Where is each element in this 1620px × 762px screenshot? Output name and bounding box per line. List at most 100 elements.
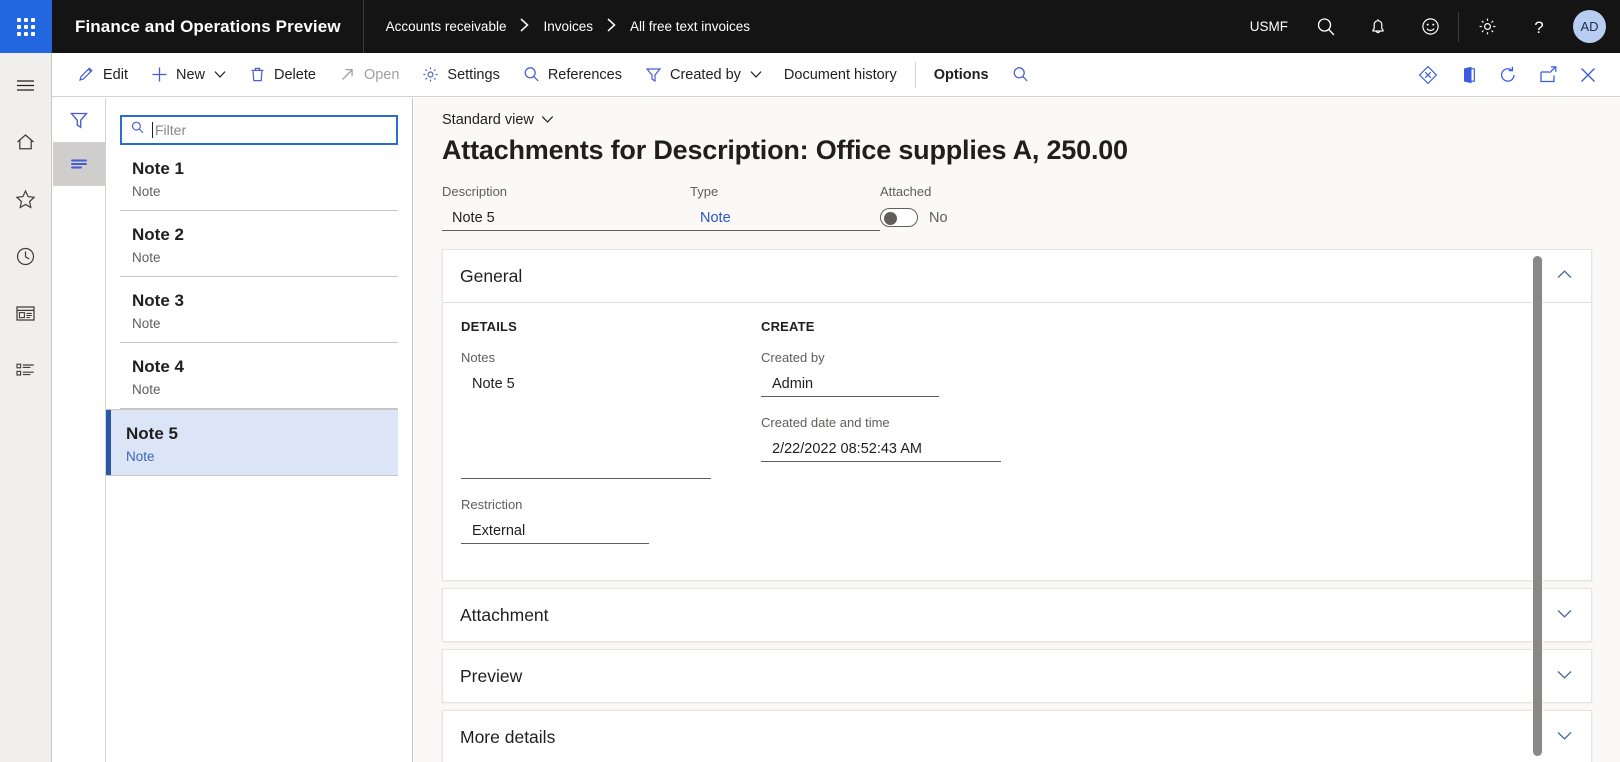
waffle-icon[interactable] — [0, 0, 52, 53]
list-item[interactable]: Note 2 Note — [120, 211, 398, 277]
feedback-smiley-icon[interactable] — [1404, 0, 1456, 53]
list-item[interactable]: Note 3 Note — [120, 277, 398, 343]
search-icon — [1011, 65, 1030, 84]
hamburger-menu-icon[interactable] — [0, 63, 52, 108]
workspaces-icon[interactable] — [0, 291, 52, 336]
list-item-selected[interactable]: Note 5 Note — [106, 409, 398, 476]
breadcrumb-item-invoices[interactable]: Invoices — [543, 19, 593, 34]
open-arrow-icon — [338, 65, 357, 84]
view-selector-label: Standard view — [442, 112, 534, 128]
breadcrumb-item-all-free-text-invoices[interactable]: All free text invoices — [630, 19, 750, 34]
filter-input[interactable]: Filter — [120, 115, 398, 145]
list-item-title: Note 4 — [132, 356, 398, 378]
created-by-label: Created by — [761, 350, 939, 365]
settings-button[interactable]: Settings — [410, 53, 510, 97]
created-by-button[interactable]: Created by — [633, 53, 773, 97]
document-history-label: Document history — [784, 67, 897, 83]
document-history-button[interactable]: Document history — [773, 53, 908, 97]
view-selector[interactable]: Standard view — [442, 112, 554, 128]
list-item-subtitle: Note — [132, 316, 398, 331]
scrollbar-thumb[interactable] — [1533, 256, 1542, 756]
legal-entity-selector[interactable]: USMF — [1238, 19, 1300, 34]
created-datetime-value[interactable]: 2/22/2022 08:52:43 AM — [761, 438, 1001, 462]
open-label: Open — [364, 67, 399, 83]
description-value[interactable]: Note 5 — [442, 207, 690, 231]
settings-label: Settings — [447, 67, 499, 83]
list-item-subtitle: Note — [132, 250, 398, 265]
attached-field: Attached No — [880, 184, 948, 231]
notes-value[interactable]: Note 5 — [461, 373, 711, 479]
panel-preview-header[interactable]: Preview — [443, 650, 1591, 702]
list-item[interactable]: Note 1 Note — [120, 145, 398, 211]
notes-field[interactable]: Notes Note 5 — [461, 350, 711, 479]
list-lines-icon[interactable] — [53, 142, 105, 186]
panel-attachment: Attachment — [442, 588, 1592, 642]
panel-general-header[interactable]: General — [443, 250, 1591, 302]
created-datetime-field[interactable]: Created date and time 2/22/2022 08:52:43… — [761, 415, 1001, 462]
settings-gear-icon[interactable] — [1461, 0, 1513, 53]
chevron-down-icon — [750, 70, 762, 79]
modules-list-icon[interactable] — [0, 348, 52, 393]
panel-general: General DETAILS Notes Note 5 Restriction — [442, 249, 1592, 581]
new-label: New — [176, 67, 205, 83]
popout-icon[interactable] — [1528, 53, 1568, 97]
command-search-icon[interactable] — [1000, 53, 1041, 97]
list-item-title: Note 2 — [132, 224, 398, 246]
toggle-knob — [884, 212, 897, 225]
chevron-down-icon[interactable] — [1556, 667, 1573, 685]
panel-attachment-header[interactable]: Attachment — [443, 589, 1591, 641]
panel-more-details-header[interactable]: More details — [443, 711, 1591, 762]
vertical-scrollbar[interactable] — [1532, 256, 1543, 756]
restriction-value[interactable]: External — [461, 520, 649, 544]
home-icon[interactable] — [0, 120, 52, 165]
recent-clock-icon[interactable] — [0, 234, 52, 279]
type-field[interactable]: Type Note — [690, 184, 880, 231]
app-title: Finance and Operations Preview — [75, 17, 341, 37]
new-button[interactable]: New — [139, 53, 237, 97]
attached-toggle[interactable] — [880, 208, 918, 227]
pencil-icon — [77, 65, 96, 84]
created-by-value[interactable]: Admin — [761, 373, 939, 397]
open-in-office-icon[interactable] — [1448, 53, 1488, 97]
delete-button[interactable]: Delete — [237, 53, 327, 97]
references-button[interactable]: References — [511, 53, 633, 97]
avatar[interactable]: AD — [1573, 10, 1606, 43]
created-by-field[interactable]: Created by Admin — [761, 350, 939, 397]
refresh-icon[interactable] — [1488, 53, 1528, 97]
topbar-divider — [363, 0, 364, 53]
description-field[interactable]: Description Note 5 — [442, 184, 690, 231]
list-item[interactable]: Note 4 Note — [120, 343, 398, 409]
application-window: Finance and Operations Preview Accounts … — [0, 0, 1620, 762]
list-item-title: Note 1 — [132, 158, 398, 180]
filter-placeholder: Filter — [155, 122, 186, 138]
chevron-down-icon — [214, 70, 226, 79]
notifications-bell-icon[interactable] — [1352, 0, 1404, 53]
help-question-icon[interactable]: ? — [1513, 0, 1565, 53]
breadcrumb: Accounts receivable Invoices All free te… — [386, 17, 750, 37]
gear-icon — [421, 65, 440, 84]
edit-button[interactable]: Edit — [66, 53, 139, 97]
type-value[interactable]: Note — [690, 207, 880, 231]
search-icon[interactable] — [1300, 0, 1352, 53]
command-bar: Edit New Delete Open — [52, 53, 1620, 97]
chevron-right-icon — [603, 17, 620, 37]
chevron-down-icon[interactable] — [1556, 606, 1573, 624]
options-tab[interactable]: Options — [923, 53, 1000, 97]
created-by-label: Created by — [670, 67, 741, 83]
filter-funnel-icon[interactable] — [53, 98, 105, 142]
chevron-down-icon[interactable] — [1556, 728, 1573, 746]
chevron-up-icon[interactable] — [1556, 267, 1573, 285]
panel-more-details-title: More details — [460, 727, 555, 748]
options-label: Options — [934, 67, 989, 83]
restriction-label: Restriction — [461, 497, 649, 512]
panel-attachment-title: Attachment — [460, 605, 549, 626]
notes-label: Notes — [461, 350, 711, 365]
breadcrumb-item-accounts-receivable[interactable]: Accounts receivable — [386, 19, 507, 34]
favorites-star-icon[interactable] — [0, 177, 52, 222]
open-button: Open — [327, 53, 410, 97]
close-icon[interactable] — [1568, 53, 1608, 97]
list-item-subtitle: Note — [132, 184, 398, 199]
trash-icon — [248, 65, 267, 84]
restriction-field[interactable]: Restriction External — [461, 497, 649, 544]
share-diamond-icon[interactable] — [1408, 53, 1448, 97]
